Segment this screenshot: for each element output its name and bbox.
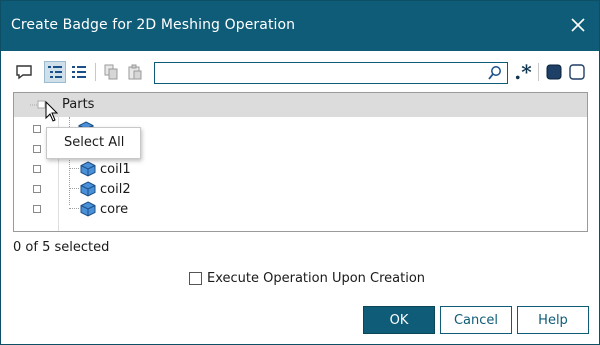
parts-header-label: Parts: [62, 97, 95, 112]
select-all-button[interactable]: [543, 61, 565, 83]
execute-option[interactable]: Execute Operation Upon Creation: [189, 271, 425, 286]
tree-view-icon: [48, 66, 62, 78]
part-cube-icon: [80, 181, 96, 197]
ok-button[interactable]: OK: [363, 306, 435, 334]
close-button[interactable]: [567, 14, 589, 36]
comment-icon: [16, 65, 32, 80]
tree-view-button[interactable]: [44, 61, 66, 83]
row-checkbox[interactable]: [33, 185, 41, 193]
part-cube-icon: [80, 201, 96, 217]
execute-checkbox[interactable]: [189, 272, 202, 285]
tree-branch-line: [69, 188, 79, 190]
tree-item[interactable]: core: [80, 199, 128, 219]
deselect-square-icon: [569, 64, 585, 80]
comment-button[interactable]: [13, 61, 35, 83]
tree-item[interactable]: coil2: [80, 179, 131, 199]
context-menu: Select All: [46, 127, 141, 159]
toolbar-separator: [95, 63, 96, 81]
search-icon[interactable]: [487, 65, 503, 81]
create-badge-dialog: Create Badge for 2D Meshing Operation .*…: [0, 0, 600, 345]
row-checkbox[interactable]: [33, 145, 41, 153]
search-input[interactable]: [159, 64, 479, 82]
copy-icon: [104, 64, 118, 80]
help-button[interactable]: Help: [517, 306, 589, 334]
tree-item-label: core: [100, 201, 129, 217]
part-cube-icon: [80, 161, 96, 177]
row-checkbox[interactable]: [33, 125, 41, 133]
paste-icon: [128, 64, 142, 80]
row-checkbox[interactable]: [33, 205, 41, 213]
row-checkbox[interactable]: [33, 165, 41, 173]
tree-root-expander-icon[interactable]: [30, 99, 46, 111]
paste-button[interactable]: [124, 61, 146, 83]
search-field[interactable]: [154, 62, 508, 84]
deselect-all-button[interactable]: [566, 61, 588, 83]
select-all-square-icon: [546, 64, 562, 80]
mouse-pointer-icon: [45, 101, 59, 122]
tree-header-row[interactable]: Parts: [14, 93, 587, 117]
select-all-menu-item[interactable]: Select All: [64, 135, 124, 150]
execute-label: Execute Operation Upon Creation: [207, 271, 426, 286]
toolbar-separator: [538, 63, 539, 81]
regex-toggle[interactable]: .*: [512, 60, 534, 84]
dialog-title: Create Badge for 2D Meshing Operation: [11, 17, 296, 33]
tree-item[interactable]: coil1: [80, 159, 131, 179]
selection-status: 0 of 5 selected: [13, 240, 110, 255]
title-bar: Create Badge for 2D Meshing Operation: [1, 1, 599, 51]
list-view-icon: [72, 66, 86, 78]
tree-item-label: coil2: [100, 181, 131, 197]
copy-button[interactable]: [100, 61, 122, 83]
tree-item-label: coil1: [100, 161, 131, 177]
parts-tree[interactable]: Parts coil1 coil2 core: [13, 92, 588, 232]
cancel-button[interactable]: Cancel: [440, 306, 512, 334]
tree-branch-line: [69, 168, 79, 170]
list-view-button[interactable]: [68, 61, 90, 83]
tree-branch-line: [69, 208, 79, 210]
close-icon: [571, 18, 585, 32]
